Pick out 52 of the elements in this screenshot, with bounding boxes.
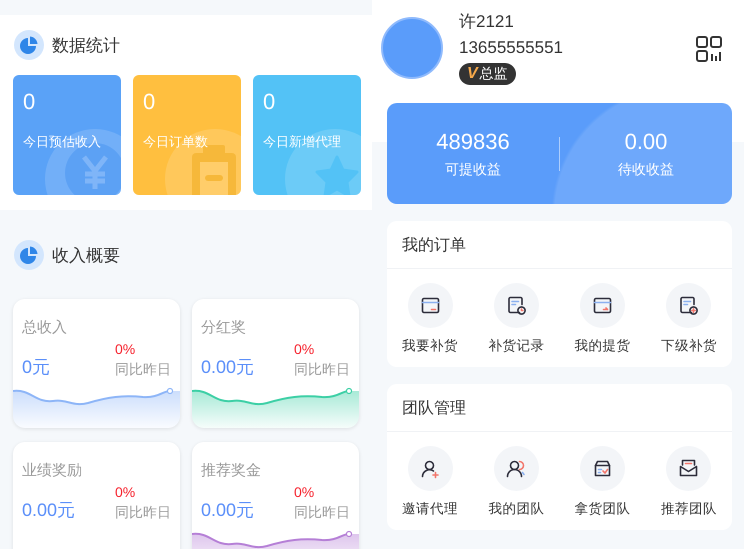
phone-number: 13655555551 xyxy=(459,37,564,59)
change-percent: 0% xyxy=(115,484,136,500)
change-label: 同比昨日 xyxy=(115,361,171,379)
stat-value: 0 xyxy=(263,89,276,115)
stat-label: 今日预估收入 xyxy=(23,133,102,151)
pie-chart-icon xyxy=(14,240,44,270)
menu-item[interactable]: 我的提货 xyxy=(574,283,631,355)
menu-item[interactable]: 拿货团队 xyxy=(574,446,631,518)
income-amount: 0.00元 xyxy=(201,499,254,522)
change-label: 同比昨日 xyxy=(294,361,350,379)
change-label: 同比昨日 xyxy=(294,504,350,522)
menu-item[interactable]: 推荐团队 xyxy=(660,446,717,518)
stat-label: 今日新增代理 xyxy=(263,133,342,151)
panel-title: 我的订单 xyxy=(387,221,732,269)
section-title: 数据统计 xyxy=(52,34,120,56)
earnings-label: 待收收益 xyxy=(618,160,674,178)
change-percent: 0% xyxy=(294,341,316,357)
change-percent: 0% xyxy=(294,484,316,500)
menu-item[interactable]: 我要补货 xyxy=(402,283,458,355)
user-plus-icon xyxy=(408,446,453,491)
change-label: 同比昨日 xyxy=(115,504,171,522)
document-plus-icon xyxy=(666,283,712,328)
income-amount: 0元 xyxy=(22,356,50,379)
card-minus-icon xyxy=(408,283,453,328)
pie-chart-icon xyxy=(14,30,44,60)
panel-title: 团队管理 xyxy=(387,384,732,432)
box-check-icon xyxy=(580,446,626,491)
menu-item[interactable]: 邀请代理 xyxy=(402,446,458,518)
stat-label: 今日订单数 xyxy=(143,133,209,151)
menu-item[interactable]: 下级补货 xyxy=(660,283,717,355)
badge-mark: V xyxy=(467,65,478,83)
income-title: 推荐奖金 xyxy=(201,461,262,480)
document-clock-icon xyxy=(494,283,539,328)
qr-code-icon[interactable] xyxy=(696,36,722,62)
envelope-icon xyxy=(666,446,712,491)
user-name: 许2121 xyxy=(459,11,515,33)
income-title: 业绩奖励 xyxy=(22,461,83,480)
change-percent: 0% xyxy=(115,341,136,357)
income-title: 分红奖 xyxy=(201,318,247,337)
earnings-value: 0.00 xyxy=(624,128,668,154)
menu-item[interactable]: 我的团队 xyxy=(488,446,544,518)
stat-value: 0 xyxy=(23,89,36,115)
income-title: 总收入 xyxy=(22,318,68,337)
stat-value: 0 xyxy=(143,89,156,115)
users-icon xyxy=(494,446,539,491)
menu-item[interactable]: 补货记录 xyxy=(488,283,544,355)
income-amount: 0.00元 xyxy=(22,499,76,522)
income-amount: 0.00元 xyxy=(201,356,254,379)
section-title: 收入概要 xyxy=(52,244,120,266)
earnings-label: 可提收益 xyxy=(445,160,501,178)
earnings-value: 489836 xyxy=(436,128,510,154)
badge-text: 总监 xyxy=(480,65,508,83)
